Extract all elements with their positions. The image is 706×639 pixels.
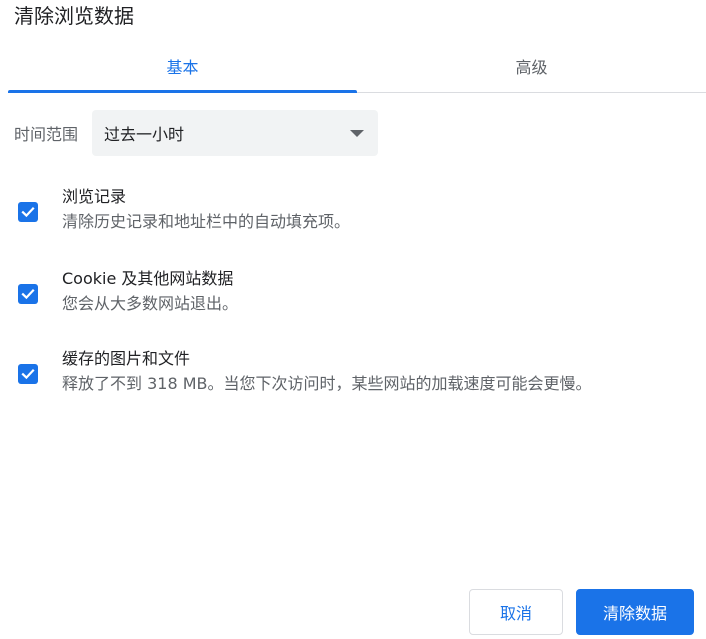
option-browsing-history: 浏览记录 清除历史记录和地址栏中的自动填充项。 (18, 186, 350, 234)
browsing-history-checkbox[interactable] (18, 202, 38, 222)
option-description: 释放了不到 318 MB。当您下次访问时，某些网站的加载速度可能会更慢。 (62, 374, 592, 393)
option-title: 缓存的图片和文件 (62, 349, 191, 368)
cookies-checkbox[interactable] (18, 284, 38, 304)
cached-images-checkbox[interactable] (18, 364, 38, 384)
clear-data-button[interactable]: 清除数据 (576, 589, 694, 635)
option-cached-images: 缓存的图片和文件 释放了不到 318 MB。当您下次访问时，某些网站的加载速度可… (18, 348, 592, 396)
checkmark-icon (21, 289, 35, 300)
time-range-label: 时间范围 (14, 125, 79, 144)
dropdown-arrow-icon (350, 129, 365, 137)
checkmark-icon (21, 369, 35, 380)
dialog-title: 清除浏览数据 (14, 4, 134, 28)
checkmark-icon (21, 207, 35, 218)
tab-bar: 基本 高级 (8, 40, 706, 93)
time-range-selected-value: 过去一小时 (104, 125, 185, 144)
option-description: 清除历史记录和地址栏中的自动填充项。 (62, 212, 351, 231)
time-range-select[interactable]: 过去一小时 (92, 110, 379, 156)
tab-advanced[interactable]: 高级 (357, 40, 706, 92)
option-description: 您会从大多数网站退出。 (62, 294, 239, 313)
option-cookies: Cookie 及其他网站数据 您会从大多数网站退出。 (18, 268, 238, 316)
option-title: 浏览记录 (62, 187, 127, 206)
time-range-row: 时间范围 过去一小时 (14, 110, 379, 156)
cancel-button[interactable]: 取消 (469, 589, 563, 635)
tab-basic[interactable]: 基本 (8, 40, 357, 93)
option-title: Cookie 及其他网站数据 (62, 269, 234, 288)
